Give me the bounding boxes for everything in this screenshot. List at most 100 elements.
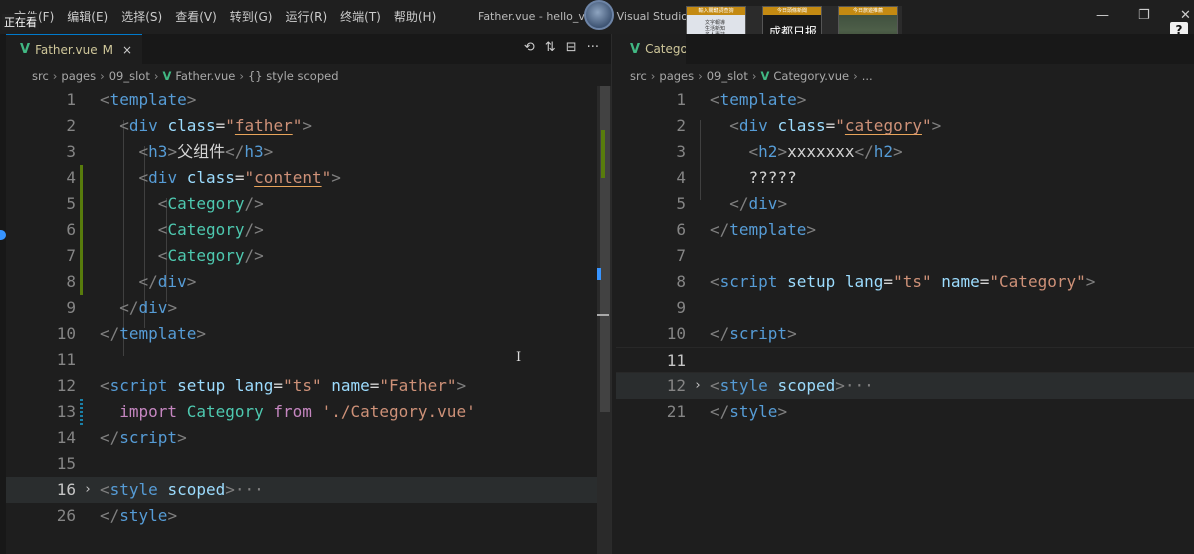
code-line[interactable]: 7 <Category/>: [6, 243, 597, 269]
fold-chevron-icon[interactable]: ›: [694, 373, 702, 399]
code-line[interactable]: 21 </style>: [616, 399, 1194, 425]
vue-file-icon: V: [162, 69, 172, 83]
code-text: ?????: [710, 165, 797, 191]
code-line[interactable]: 9: [616, 295, 1194, 321]
code-line[interactable]: 7: [616, 243, 1194, 269]
code-line[interactable]: 12 › <style scoped>···: [616, 373, 1194, 399]
timeline-icon[interactable]: ⟲: [524, 40, 535, 55]
line-number: 12: [56, 376, 76, 395]
code-line[interactable]: 26 </style>: [6, 503, 597, 529]
overview-ruler-mark: [597, 314, 609, 316]
code-text: <Category/>: [100, 217, 264, 243]
breadcrumb-item[interactable]: Category.vue: [773, 69, 849, 83]
breadcrumb-item[interactable]: Father.vue: [175, 69, 235, 83]
code-token: ": [244, 168, 255, 187]
menu-go[interactable]: 转到(G): [230, 8, 273, 25]
code-token: >: [777, 142, 788, 161]
line-number: 1: [66, 90, 76, 109]
breadcrumb-item[interactable]: src: [630, 69, 647, 83]
code-line[interactable]: 5 </div>: [616, 191, 1194, 217]
code-token: >: [787, 324, 797, 343]
code-line[interactable]: 4 <div class="content">: [6, 165, 597, 191]
line-number: 1: [676, 90, 686, 109]
thumbnail-3-caption: 今日旅遊推薦: [839, 7, 897, 15]
breadcrumb-item[interactable]: pages: [659, 69, 694, 83]
breadcrumb-item[interactable]: 09_slot: [109, 69, 150, 83]
code-line[interactable]: 13 import Category from './Category.vue': [6, 399, 597, 425]
git-change-marker[interactable]: [80, 165, 83, 191]
code-line[interactable]: 9 </div>: [6, 295, 597, 321]
tab-father-vue[interactable]: V Father.vue M ×: [6, 34, 143, 64]
menu-selection[interactable]: 选择(S): [121, 8, 162, 25]
code-line[interactable]: 11: [616, 347, 1194, 373]
code-line[interactable]: 6 <Category/>: [6, 217, 597, 243]
menu-help[interactable]: 帮助(H): [394, 8, 436, 25]
code-line[interactable]: 1 <template>: [616, 87, 1194, 113]
line-number: 4: [66, 168, 76, 187]
editor-father-vue[interactable]: 1 <template> 2 <div class="father"> 3 <h3>父…: [6, 86, 611, 554]
code-token: content: [254, 168, 322, 187]
code-line[interactable]: 12 <script setup lang="ts" name="Father">: [6, 373, 597, 399]
more-icon[interactable]: ···: [587, 40, 599, 55]
code-line[interactable]: 8 </div>: [6, 269, 597, 295]
menu-run[interactable]: 运行(R): [285, 8, 327, 25]
code-token: </: [854, 142, 874, 161]
tab-close-icon[interactable]: ×: [122, 43, 132, 57]
line-number: 11: [56, 350, 76, 369]
minimize-icon[interactable]: —: [1096, 8, 1109, 23]
code-token: >: [806, 220, 816, 239]
code-token: ": [921, 116, 932, 135]
git-change-marker[interactable]: [80, 399, 83, 425]
menu-view[interactable]: 查看(V): [175, 8, 217, 25]
vertical-scrollbar[interactable]: [597, 86, 611, 554]
breadcrumb-item[interactable]: {} style scoped: [248, 69, 339, 83]
mouse-cursor-icon: I: [516, 350, 522, 365]
breadcrumb-item[interactable]: pages: [61, 69, 96, 83]
breadcrumb-item[interactable]: src: [32, 69, 49, 83]
editor-category-vue[interactable]: 1 <template> 2 <div class="category"> 3 <h2…: [616, 86, 1194, 554]
code-token: >: [456, 376, 467, 395]
git-change-marker[interactable]: [80, 243, 83, 269]
code-line[interactable]: 10 </script>: [616, 321, 1194, 347]
code-line[interactable]: 6 </template>: [616, 217, 1194, 243]
code-token: >: [167, 142, 178, 161]
code-line[interactable]: 5 <Category/>: [6, 191, 597, 217]
line-number: 10: [56, 324, 76, 343]
code-line[interactable]: 1 <template>: [6, 87, 597, 113]
menu-terminal[interactable]: 终端(T): [340, 8, 381, 25]
code-line[interactable]: 8 <script setup lang="ts" name="Category"…: [616, 269, 1194, 295]
code-line[interactable]: 2 <div class="category">: [616, 113, 1194, 139]
code-line[interactable]: 14 </script>: [6, 425, 597, 451]
tab-category-vue[interactable]: V Category.vue: [616, 34, 686, 64]
code-line[interactable]: 2 <div class="father">: [6, 113, 597, 139]
git-change-marker[interactable]: [80, 217, 83, 243]
code-token: h2: [873, 142, 894, 161]
fold-chevron-icon[interactable]: ›: [84, 477, 92, 503]
code-line[interactable]: 10 </template>: [6, 321, 597, 347]
breadcrumb-item[interactable]: ...: [862, 69, 873, 83]
code-token: <: [100, 480, 110, 499]
code-token: >: [263, 142, 274, 161]
line-number: 10: [666, 324, 686, 343]
breadcrumb-item[interactable]: 09_slot: [707, 69, 748, 83]
code-line[interactable]: 3 <h3>父组件</h3>: [6, 139, 597, 165]
code-line[interactable]: 15: [6, 451, 597, 477]
split-editor-icon[interactable]: ⊟: [566, 40, 577, 55]
git-change-marker[interactable]: [80, 191, 83, 217]
close-icon[interactable]: ✕: [1180, 8, 1191, 23]
git-change-marker[interactable]: [80, 269, 83, 295]
code-line[interactable]: 4 ?????: [616, 165, 1194, 191]
restore-icon[interactable]: ❐: [1138, 8, 1150, 23]
menu-edit[interactable]: 编辑(E): [67, 8, 108, 25]
code-line[interactable]: 3 <h2>xxxxxxx</h2>: [616, 139, 1194, 165]
code-token: <: [100, 90, 110, 109]
code-line[interactable]: 16 › <style scoped>···: [6, 477, 597, 503]
code-line[interactable]: 11: [6, 347, 597, 373]
compare-icon[interactable]: ⇅: [545, 40, 556, 55]
